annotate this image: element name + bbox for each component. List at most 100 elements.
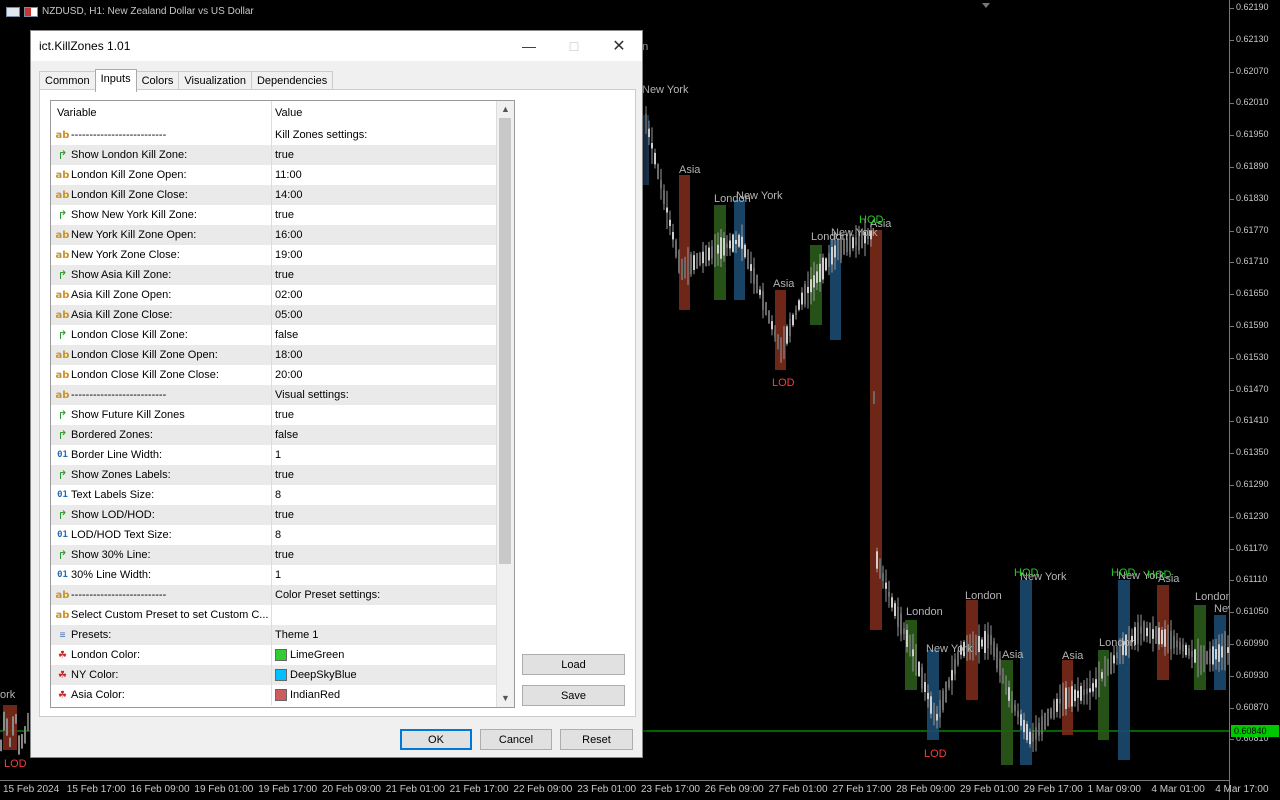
input-row[interactable]: 01 Border Line Width: 1 — [51, 445, 497, 465]
input-row[interactable]: ab -------------------------- Kill Zones s… — [51, 125, 497, 145]
value-cell[interactable]: LimeGreen — [272, 645, 497, 665]
input-row[interactable]: ab New York Zone Close: 19:00 — [51, 245, 497, 265]
input-row[interactable]: ↱ Show Zones Labels: true — [51, 465, 497, 485]
input-row[interactable]: ↱ Show LOD/HOD: true — [51, 505, 497, 525]
input-row[interactable]: 01 Text Labels Size: 8 — [51, 485, 497, 505]
candle-body — [789, 319, 791, 336]
close-icon[interactable]: ✕ — [596, 31, 642, 61]
input-row[interactable]: ab -------------------------- Visual setti… — [51, 385, 497, 405]
scroll-up-icon[interactable]: ▲ — [497, 101, 514, 118]
value-cell[interactable]: true — [272, 205, 497, 225]
candle-body — [654, 152, 656, 165]
input-row[interactable]: ↱ Show New York Kill Zone: true — [51, 205, 497, 225]
candle-body — [651, 143, 653, 149]
hod-marker: HOD — [1147, 569, 1172, 581]
value-cell[interactable]: false — [272, 325, 497, 345]
value-cell[interactable]: 16:00 — [272, 225, 497, 245]
reset-button[interactable]: Reset — [560, 729, 633, 750]
value-cell[interactable]: Theme 1 — [272, 625, 497, 645]
time-axis[interactable]: 15 Feb 2024 15 Feb 17:00 16 Feb 09:00 19 Fe… — [0, 780, 1269, 800]
column-header-value[interactable]: Value — [272, 101, 497, 125]
time-label: 22 Feb 09:00 — [513, 784, 573, 795]
value-cell[interactable]: 05:00 — [272, 305, 497, 325]
scroll-thumb[interactable] — [499, 118, 511, 564]
value-cell[interactable]: Visual settings: — [272, 385, 497, 405]
price-axis[interactable]: 0.62190 0.62130 0.62070 0.62010 0.61950 0.618… — [1229, 0, 1280, 800]
input-row[interactable]: ☘ Asia Color: IndianRed — [51, 685, 497, 705]
value-cell[interactable]: 8 — [272, 485, 497, 505]
value-cell[interactable]: true — [272, 505, 497, 525]
value-cell[interactable]: 02:00 — [272, 285, 497, 305]
indicator-icon[interactable] — [24, 6, 38, 17]
chart-menu-icon[interactable] — [6, 6, 20, 17]
ok-button[interactable]: OK — [400, 729, 472, 750]
variable-cell: 01 Text Labels Size: — [51, 485, 272, 505]
scroll-down-icon[interactable]: ▼ — [497, 690, 514, 707]
value-cell[interactable]: Kill Zones settings: — [272, 125, 497, 145]
tab-dependencies[interactable]: Dependencies — [250, 71, 334, 91]
input-row[interactable]: ☘ NY Color: DeepSkyBlue — [51, 665, 497, 685]
value-cell[interactable]: 1 — [272, 565, 497, 585]
candle-body — [708, 247, 710, 261]
candle-body — [1023, 719, 1025, 733]
input-row[interactable]: ab -------------------------- Color Preset… — [51, 585, 497, 605]
tab-visualization[interactable]: Visualization — [178, 71, 252, 91]
value-cell[interactable]: true — [272, 405, 497, 425]
color-swatch[interactable] — [275, 689, 287, 701]
input-row[interactable]: ☘ London Color: LimeGreen — [51, 645, 497, 665]
input-row[interactable]: ab Asia Kill Zone Close: 05:00 — [51, 305, 497, 325]
lod-marker: LOD — [924, 748, 947, 760]
value-cell[interactable]: false — [272, 425, 497, 445]
tab-colors[interactable]: Colors — [135, 71, 180, 91]
value-cell[interactable]: 11:00 — [272, 165, 497, 185]
candle-body — [1143, 621, 1145, 641]
value-cell[interactable]: DeepSkyBlue — [272, 665, 497, 685]
input-row[interactable]: ↱ Show London Kill Zone: true — [51, 145, 497, 165]
value-cell[interactable]: 14:00 — [272, 185, 497, 205]
column-header-variable[interactable]: Variable — [51, 101, 272, 125]
input-row[interactable]: 01 30% Line Width: 1 — [51, 565, 497, 585]
candle-body — [987, 633, 989, 649]
value-cell[interactable]: IndianRed — [272, 685, 497, 705]
value-cell[interactable]: 20:00 — [272, 365, 497, 385]
input-row[interactable]: 01 LOD/HOD Text Size: 8 — [51, 525, 497, 545]
value-text: Theme 1 — [275, 629, 319, 641]
color-swatch[interactable] — [275, 669, 287, 681]
input-row[interactable]: ab London Close Kill Zone Close: 20:00 — [51, 365, 497, 385]
input-row[interactable]: ↱ London Close Kill Zone: false — [51, 325, 497, 345]
input-row[interactable]: ↱ Show 30% Line: true — [51, 545, 497, 565]
input-row[interactable]: ab London Kill Zone Open: 11:00 — [51, 165, 497, 185]
dialog-titlebar[interactable]: ict.KillZones 1.01 — □ ✕ — [31, 31, 642, 61]
value-cell[interactable]: 19:00 — [272, 245, 497, 265]
variable-name: Show LOD/HOD: — [71, 509, 155, 521]
cancel-button[interactable]: Cancel — [480, 729, 552, 750]
load-button[interactable]: Load — [522, 654, 625, 675]
input-row[interactable]: ab London Close Kill Zone Open: 18:00 — [51, 345, 497, 365]
value-cell[interactable]: 8 — [272, 525, 497, 545]
input-row[interactable]: ab London Kill Zone Close: 14:00 — [51, 185, 497, 205]
value-cell[interactable]: true — [272, 545, 497, 565]
candle-body — [1068, 693, 1070, 702]
value-cell[interactable]: Color Preset settings: — [272, 585, 497, 605]
input-row[interactable]: ↱ Show Asia Kill Zone: true — [51, 265, 497, 285]
candle-body — [1107, 665, 1109, 670]
value-cell[interactable]: true — [272, 145, 497, 165]
value-cell[interactable]: true — [272, 265, 497, 285]
variable-cell: ↱ Show LOD/HOD: — [51, 505, 272, 525]
tab-inputs[interactable]: Inputs — [94, 69, 137, 92]
color-swatch[interactable] — [275, 649, 287, 661]
input-row[interactable]: ab New York Kill Zone Open: 16:00 — [51, 225, 497, 245]
input-row[interactable]: ↱ Show Future Kill Zones true — [51, 405, 497, 425]
tab-common[interactable]: Common — [39, 71, 96, 91]
input-row[interactable]: ab Asia Kill Zone Open: 02:00 — [51, 285, 497, 305]
input-row[interactable]: ≡ Presets: Theme 1 — [51, 625, 497, 645]
value-cell[interactable]: true — [272, 465, 497, 485]
value-cell[interactable] — [272, 605, 497, 625]
value-cell[interactable]: 18:00 — [272, 345, 497, 365]
input-row[interactable]: ↱ Bordered Zones: false — [51, 425, 497, 445]
table-scrollbar[interactable]: ▲ ▼ — [496, 101, 514, 707]
input-row[interactable]: ab Select Custom Preset to set Custom C..… — [51, 605, 497, 625]
save-button[interactable]: Save — [522, 685, 625, 706]
value-cell[interactable]: 1 — [272, 445, 497, 465]
minimize-icon[interactable]: — — [506, 31, 552, 61]
